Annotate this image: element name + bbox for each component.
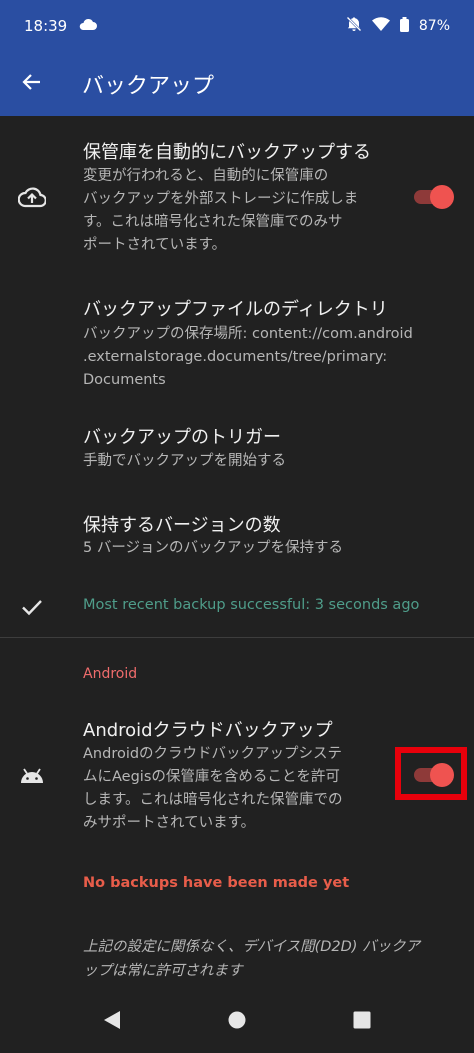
switch-thumb — [430, 185, 454, 209]
pref-auto-backup-title: 保管庫を自動的にバックアップする — [83, 142, 371, 163]
auto-backup-switch[interactable] — [414, 183, 454, 209]
battery-icon — [399, 16, 409, 36]
pref-cloud-backup-title: Androidクラウドバックアップ — [83, 720, 333, 741]
page-title: バックアップ — [82, 74, 215, 99]
notifications-off-icon — [346, 16, 362, 36]
battery-percent: 87% — [418, 18, 450, 34]
pref-backup-directory[interactable]: バックアップファイルのディレクトリ バックアップの保存場所: content:/… — [0, 287, 474, 388]
wifi-icon — [371, 17, 390, 35]
backup-status-success: Most recent backup successful: 3 seconds… — [83, 597, 420, 613]
checkmark-icon — [18, 593, 46, 621]
pref-backup-trigger[interactable]: バックアップのトリガー 手動でバックアップを開始する — [0, 415, 474, 485]
pref-trigger-summary: 手動でバックアップを開始する — [83, 453, 286, 469]
cloud-icon — [79, 18, 98, 34]
d2d-note: 上記の設定に関係なく、デバイス間(D2D) バックア ップは常に許可されます — [83, 939, 421, 979]
back-triangle-icon[interactable] — [100, 1008, 124, 1032]
app-bar: バックアップ — [0, 52, 474, 116]
pref-auto-backup-summary: 変更が行われると、自動的に保管庫の バックアップを外部ストレージに作成しま す。… — [83, 168, 359, 253]
android-icon — [18, 761, 46, 789]
status-time: 18:39 — [24, 17, 68, 35]
category-android: Android — [83, 666, 138, 682]
pref-directory-summary: バックアップの保存場所: content://com.android .exte… — [83, 326, 413, 388]
pref-versions-title: 保持するバージョンの数 — [83, 515, 281, 536]
pref-backup-versions[interactable]: 保持するバージョンの数 5 バージョンのバックアップを保持する — [0, 503, 474, 573]
pref-cloud-backup-summary: Androidのクラウドバックアップシステ ムにAegisの保管庫を含めることを… — [83, 746, 343, 831]
status-right: 87% — [346, 16, 450, 36]
recents-square-icon[interactable] — [350, 1008, 374, 1032]
section-divider — [0, 637, 474, 638]
status-bar: 18:39 87% — [0, 0, 474, 52]
pref-directory-title: バックアップファイルのディレクトリ — [83, 299, 388, 320]
cloud-upload-icon — [18, 183, 46, 211]
back-button[interactable] — [0, 52, 64, 116]
pref-trigger-title: バックアップのトリガー — [83, 427, 281, 448]
navigation-bar — [0, 990, 474, 1053]
pref-versions-summary: 5 バージョンのバックアップを保持する — [83, 540, 344, 556]
arrow-left-icon — [22, 72, 42, 96]
home-circle-icon[interactable] — [225, 1008, 249, 1032]
highlight-box — [395, 747, 467, 800]
backup-status-none: No backups have been made yet — [83, 875, 350, 891]
pref-auto-backup[interactable]: 保管庫を自動的にバックアップする 変更が行われると、自動的に保管庫の バックアッ… — [0, 130, 474, 270]
